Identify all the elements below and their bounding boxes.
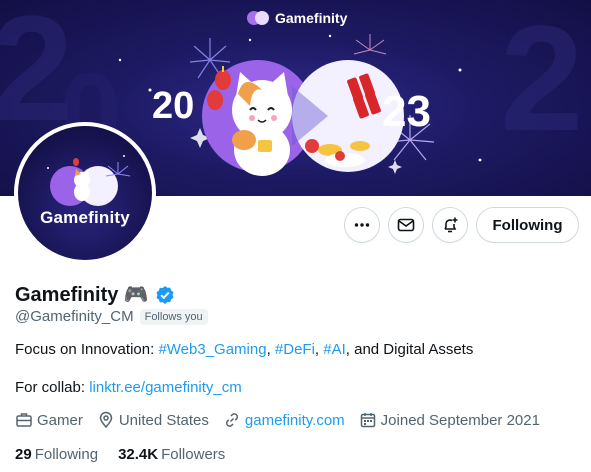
follows-you-badge: Follows you <box>139 308 208 325</box>
meta-location: United States <box>97 411 209 429</box>
gamepad-emoji: 🎮 <box>123 284 149 306</box>
location-icon <box>99 411 113 429</box>
message-button[interactable] <box>388 207 424 243</box>
calendar-icon <box>360 413 375 428</box>
notifications-button[interactable] <box>432 207 468 243</box>
profile-handle: @Gamefinity_CM <box>15 308 134 325</box>
following-count-link[interactable]: 29 Following <box>15 446 98 463</box>
followers-label: Followers <box>161 446 226 463</box>
display-name: Gamefinity 🎮 <box>15 284 149 306</box>
followers-count: 32.4K <box>118 446 159 463</box>
following-label: Following <box>34 446 99 463</box>
more-icon <box>354 223 370 227</box>
hashtag-link[interactable]: #AI <box>323 341 346 358</box>
verified-badge-icon[interactable] <box>155 285 175 305</box>
following-count: 29 <box>15 446 32 463</box>
website-link[interactable]: gamefinity.com <box>245 412 345 429</box>
following-button[interactable]: Following <box>476 207 579 243</box>
profile-meta: Gamer United States gamefinity.com Joine… <box>15 411 554 429</box>
hashtag-link[interactable]: #Web3_Gaming <box>158 341 266 358</box>
svg-text:2: 2 <box>500 0 583 162</box>
collab-link[interactable]: linktr.ee/gamefinity_cm <box>89 379 242 396</box>
meta-joined: Joined September 2021 <box>359 411 540 429</box>
profile-stats: 29 Following 32.4K Followers <box>15 446 245 463</box>
notification-add-icon <box>444 217 458 233</box>
briefcase-icon <box>16 413 32 427</box>
handle-row: @Gamefinity_CM Follows you <box>15 308 208 325</box>
profile-avatar[interactable]: Gamefinity <box>14 122 156 264</box>
meta-website: gamefinity.com <box>223 411 345 429</box>
avatar-artwork <box>47 155 131 206</box>
profile-bio: Focus on Innovation: #Web3_Gaming, #DeFi… <box>15 341 474 358</box>
avatar-label: Gamefinity <box>40 208 130 227</box>
banner-year-right: 23 <box>382 87 431 136</box>
followers-count-link[interactable]: 32.4K Followers <box>118 446 225 463</box>
link-icon <box>225 413 238 427</box>
message-icon <box>397 218 415 232</box>
meta-category: Gamer <box>15 411 83 429</box>
banner-brand-name: Gamefinity <box>275 10 348 26</box>
hashtag-link[interactable]: #DeFi <box>275 341 315 358</box>
banner-year-left: 20 <box>152 85 194 127</box>
brand-logo-icon <box>247 11 269 25</box>
banner-brand: Gamefinity <box>247 10 347 26</box>
profile-collab: For collab: linktr.ee/gamefinity_cm <box>15 379 242 396</box>
more-button[interactable] <box>344 207 380 243</box>
profile-name-row: Gamefinity 🎮 <box>15 282 175 307</box>
